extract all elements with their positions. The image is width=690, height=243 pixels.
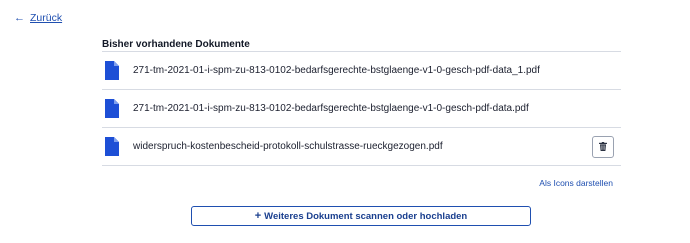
section-title: Bisher vorhandene Dokumente (102, 39, 250, 50)
document-row[interactable]: widerspruch-kostenbescheid-protokoll-sch… (102, 128, 621, 166)
pdf-file-icon (105, 61, 119, 80)
back-arrow-icon: ← (14, 11, 25, 24)
back-link-label: Zurück (30, 12, 63, 24)
document-name: 271-tm-2021-01-i-spm-zu-813-0102-bedarfs… (133, 103, 529, 114)
plus-icon: + (254, 209, 262, 222)
document-name: 271-tm-2021-01-i-spm-zu-813-0102-bedarfs… (133, 65, 540, 76)
upload-button-label: Weiteres Dokument scannen oder hochladen (264, 210, 468, 222)
document-list: 271-tm-2021-01-i-spm-zu-813-0102-bedarfs… (102, 51, 621, 166)
pdf-file-icon (105, 99, 119, 118)
delete-document-button[interactable] (592, 135, 614, 158)
view-as-icons-link[interactable]: Als Icons darstellen (539, 178, 613, 188)
back-link[interactable]: ← Zurück (14, 12, 62, 24)
document-row[interactable]: 271-tm-2021-01-i-spm-zu-813-0102-bedarfs… (102, 52, 621, 90)
document-name: widerspruch-kostenbescheid-protokoll-sch… (133, 141, 443, 152)
pdf-file-icon (105, 137, 119, 156)
scan-or-upload-button[interactable]: + Weiteres Dokument scannen oder hochlad… (191, 206, 531, 226)
document-row[interactable]: 271-tm-2021-01-i-spm-zu-813-0102-bedarfs… (102, 90, 621, 128)
trash-icon (599, 142, 607, 151)
